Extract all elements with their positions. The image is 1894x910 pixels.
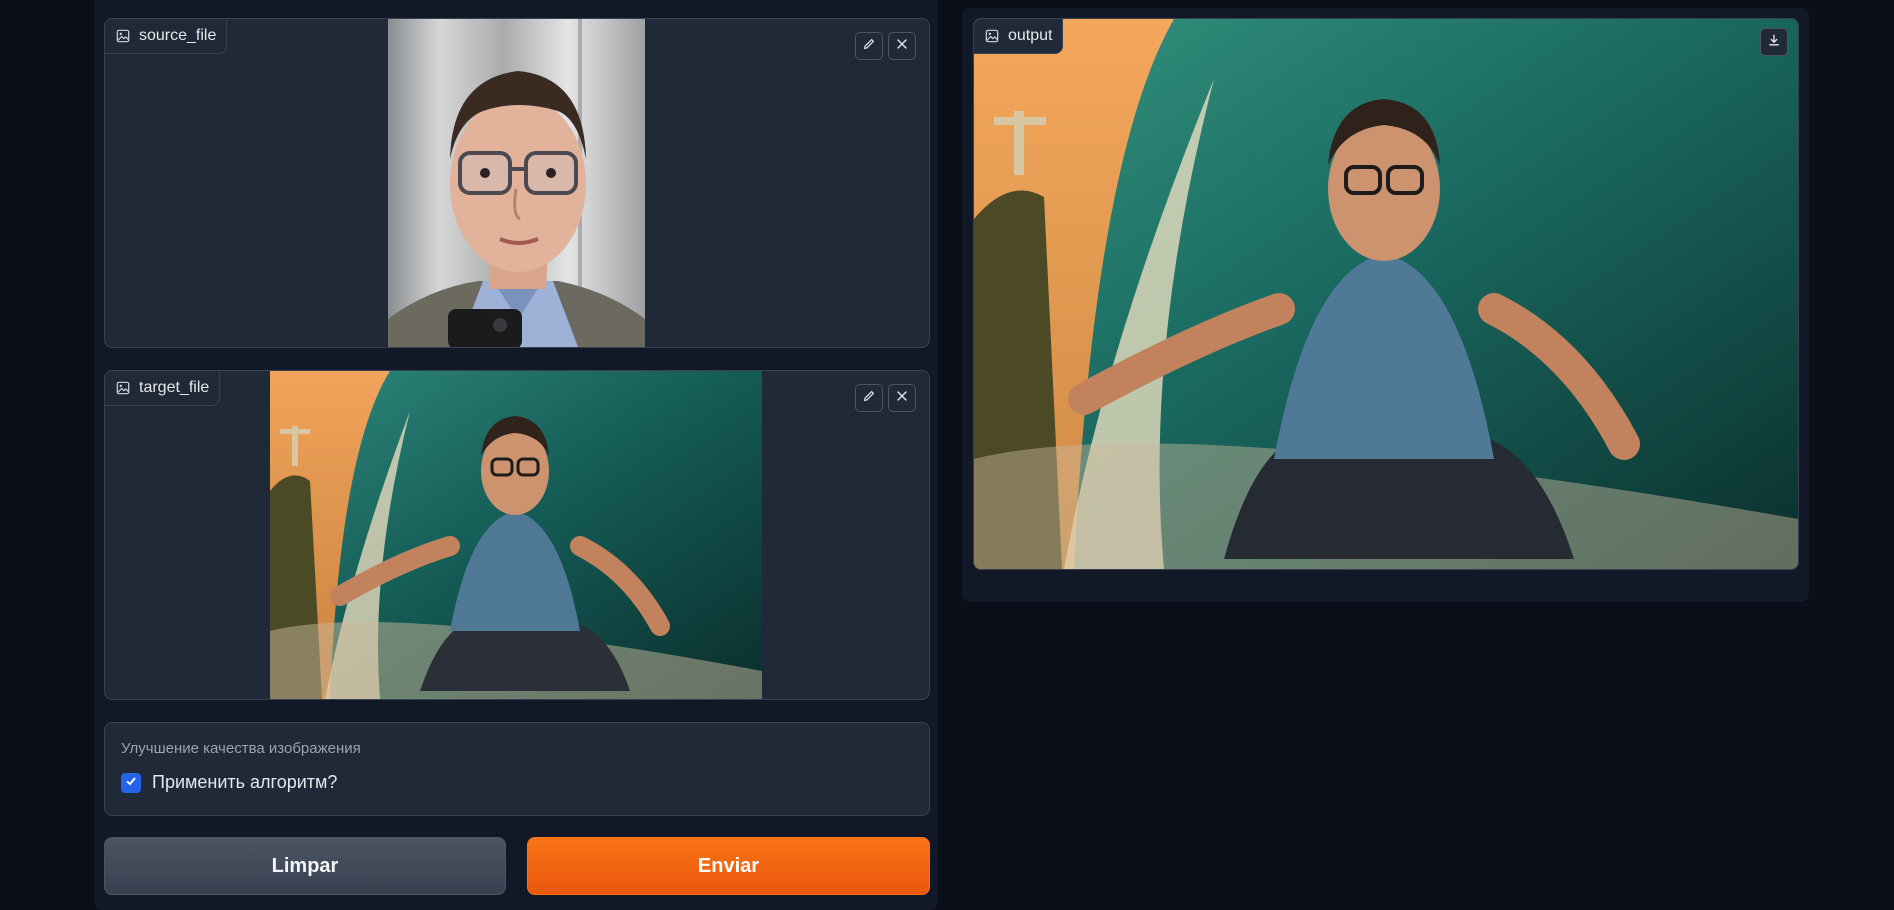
source-label: source_file xyxy=(139,27,217,44)
pencil-icon xyxy=(862,389,876,408)
image-icon xyxy=(985,29,999,43)
clear-target-button[interactable] xyxy=(888,384,916,412)
download-icon xyxy=(1767,33,1781,52)
target-image-block[interactable]: target_file xyxy=(104,370,930,700)
image-icon xyxy=(116,29,130,43)
source-label-chip: source_file xyxy=(105,19,228,54)
edit-source-button[interactable] xyxy=(855,32,883,60)
edit-target-button[interactable] xyxy=(855,384,883,412)
target-label: target_file xyxy=(139,379,210,396)
submit-button[interactable]: Enviar xyxy=(527,837,930,895)
enhancement-checkbox-row[interactable]: Применить алгоритм? xyxy=(121,772,337,793)
close-icon xyxy=(895,389,909,408)
pencil-icon xyxy=(862,37,876,56)
enhancement-checkbox-label[interactable]: Применить алгоритм? xyxy=(152,772,337,793)
output-label: output xyxy=(1008,27,1053,44)
enhancement-panel: Улучшение качества изображения Применить… xyxy=(104,722,930,816)
download-output-button[interactable] xyxy=(1760,28,1788,56)
close-icon xyxy=(895,37,909,56)
image-icon xyxy=(116,381,130,395)
output-photo xyxy=(974,19,1798,569)
output-label-chip: output xyxy=(974,19,1064,54)
clear-button[interactable]: Limpar xyxy=(104,837,506,895)
target-photo xyxy=(270,371,762,699)
enhancement-checkbox[interactable] xyxy=(121,772,141,793)
clear-source-button[interactable] xyxy=(888,32,916,60)
source-photo xyxy=(388,19,645,347)
enhancement-title: Улучшение качества изображения xyxy=(121,740,361,757)
output-image-block[interactable]: output xyxy=(973,18,1799,570)
target-label-chip: target_file xyxy=(105,371,221,406)
checkmark-icon xyxy=(125,774,137,792)
source-image-block[interactable]: source_file xyxy=(104,18,930,348)
